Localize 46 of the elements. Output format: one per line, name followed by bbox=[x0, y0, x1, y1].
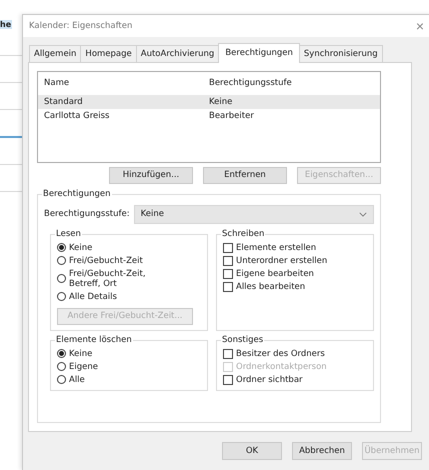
radio-button[interactable] bbox=[57, 243, 66, 252]
option-label: Alle Details bbox=[69, 292, 117, 302]
list-button[interactable]: Hinzufügen... bbox=[109, 166, 193, 184]
option-label: Keine bbox=[69, 242, 92, 253]
close-button[interactable]: × bbox=[408, 18, 429, 34]
option-label: Elemente erstellen bbox=[236, 242, 316, 253]
level-dropdown[interactable]: Keine bbox=[134, 204, 374, 224]
option-label: Ordner sichtbar bbox=[236, 374, 303, 385]
list-row[interactable]: Carllotta Greiss Bearbeiter bbox=[38, 109, 380, 123]
tab[interactable]: Allgemein bbox=[29, 45, 82, 62]
checkbox[interactable] bbox=[223, 256, 233, 266]
radio-button[interactable] bbox=[57, 256, 66, 266]
list-button[interactable]: Entfernen bbox=[203, 166, 287, 184]
option-label: Besitzer des Ordners bbox=[236, 348, 325, 359]
group-title: Sonstiges bbox=[221, 334, 264, 346]
radio-button[interactable] bbox=[57, 375, 66, 384]
column-header: Berechtigungsstufe bbox=[209, 78, 293, 88]
radio-button[interactable] bbox=[57, 274, 66, 284]
dialog-button[interactable]: Abbrechen bbox=[292, 442, 352, 460]
level-label: Berechtigungsstufe: bbox=[44, 209, 130, 220]
tab[interactable]: Berechtigungen bbox=[218, 43, 300, 63]
option-label: Unterordner erstellen bbox=[236, 256, 328, 266]
window-title: Kalender: Eigenschaften bbox=[29, 21, 132, 31]
option-label: Alle bbox=[69, 374, 85, 385]
checkbox[interactable] bbox=[223, 268, 233, 279]
group-title: Berechtigungen bbox=[42, 188, 112, 200]
checkbox[interactable] bbox=[223, 282, 233, 292]
checkbox[interactable] bbox=[223, 348, 233, 359]
option-label: Eigene bearbeiten bbox=[236, 268, 314, 279]
option-label: Alles bearbeiten bbox=[236, 282, 306, 292]
checkbox[interactable] bbox=[223, 374, 233, 385]
tab[interactable]: Synchronisierung bbox=[298, 45, 383, 62]
option-label: Frei/Gebucht-Zeit, Betreff, Ort bbox=[69, 268, 147, 289]
checkbox[interactable] bbox=[223, 242, 233, 253]
option-label: Frei/Gebucht-Zeit bbox=[69, 256, 143, 266]
radio-button[interactable] bbox=[57, 349, 66, 358]
column-header: Name bbox=[44, 78, 70, 88]
background-text: he bbox=[0, 20, 12, 29]
radio-button[interactable] bbox=[57, 362, 66, 372]
list-row[interactable]: Standard Keine bbox=[38, 95, 380, 109]
dialog-button[interactable]: OK bbox=[222, 442, 282, 460]
option-label: Keine bbox=[69, 348, 92, 359]
option-label: Ordnerkontaktperson bbox=[236, 362, 327, 372]
caret-icon bbox=[359, 212, 367, 217]
radio-button[interactable] bbox=[57, 292, 66, 302]
option-label: Eigene bbox=[69, 362, 98, 372]
